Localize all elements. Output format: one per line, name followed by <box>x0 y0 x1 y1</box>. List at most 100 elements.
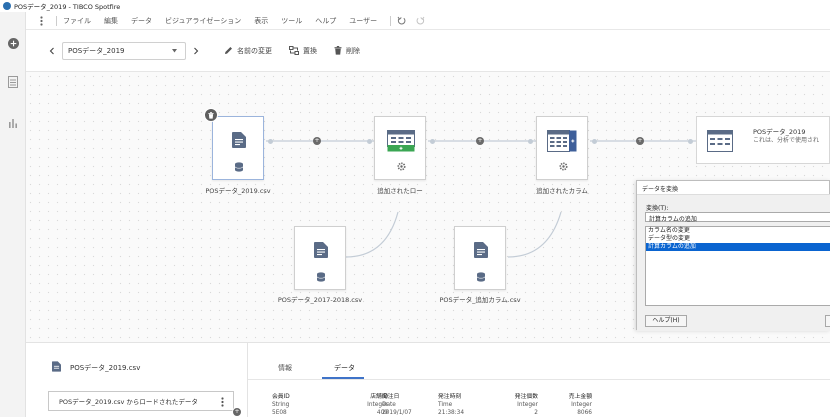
dataset-select[interactable]: POSデータ_2019 <box>62 41 186 60</box>
menu-divider <box>56 15 57 26</box>
source-node-2019[interactable] <box>212 116 264 180</box>
connector-dot <box>430 138 435 144</box>
window-titlebar: POSデータ_2019 - TIBCO Spotfire <box>0 0 830 12</box>
data-preview-panel: 情報 データ 会員ID String 5E08 店舗ID Integer 409… <box>248 342 830 417</box>
transform-option-change-type[interactable]: データ型の変更 <box>646 235 830 243</box>
document-icon <box>474 242 488 258</box>
column-name: 発注日 <box>382 394 400 400</box>
connector-dot <box>367 138 372 144</box>
column-type: Integer <box>571 402 592 408</box>
menu-file[interactable]: ファイル <box>63 16 91 26</box>
redo-icon[interactable] <box>416 16 425 25</box>
add-columns-icon <box>547 130 577 152</box>
replace-label: 置換 <box>303 46 317 55</box>
database-icon <box>476 272 486 282</box>
menu-help[interactable]: ヘルプ <box>315 16 336 26</box>
caret-down-icon <box>172 48 177 52</box>
column-type: Time <box>438 402 453 408</box>
add-source-icon[interactable]: + <box>232 407 242 417</box>
pencil-icon <box>225 47 232 54</box>
connector-dot <box>268 138 273 144</box>
column-member-id[interactable]: 会員ID String 5E08 <box>272 393 290 417</box>
chevron-left-icon[interactable] <box>46 47 58 55</box>
added-rows-node[interactable] <box>374 116 426 180</box>
database-icon <box>234 162 244 172</box>
dialog-button[interactable] <box>825 315 830 327</box>
source-node-additional-columns-label: POSデータ_追加カラム.csv <box>439 296 521 304</box>
column-order-quantity[interactable]: 発注個数 Integer 2 <box>494 393 538 417</box>
column-name: 売上金額 <box>568 394 592 400</box>
column-type: String <box>272 402 290 408</box>
column-first-value: 2019/1/07 <box>382 410 412 416</box>
trash-icon <box>208 111 214 119</box>
transform-option-rename-column[interactable]: カラム名の変更 <box>646 227 830 235</box>
rename-button[interactable]: 名前の変更 <box>224 46 272 56</box>
menu-view[interactable]: 表示 <box>254 16 268 26</box>
more-options-icon[interactable] <box>221 397 224 407</box>
table-icon <box>707 130 733 152</box>
source-node-2017-2018[interactable] <box>294 226 346 290</box>
add-transform-icon[interactable]: + <box>636 137 644 145</box>
column-first-value: 8066 <box>577 410 592 416</box>
menu-user[interactable]: ユーザー <box>349 16 377 26</box>
document-icon <box>232 132 246 148</box>
rename-label: 名前の変更 <box>237 46 272 55</box>
connector-dot <box>528 138 533 144</box>
add-rows-icon <box>387 130 415 152</box>
analytics-icon[interactable] <box>6 116 20 130</box>
transform-list[interactable]: カラム名の変更 データ型の変更 計算カラムの追加 <box>645 226 830 306</box>
source-node-additional-columns[interactable] <box>454 226 506 290</box>
tab-info[interactable]: 情報 <box>278 363 292 373</box>
result-table-description: これは、分析で使用され <box>753 137 820 144</box>
tab-data[interactable]: データ <box>334 363 355 373</box>
dataset-select-value: POSデータ_2019 <box>68 46 125 55</box>
menu-data[interactable]: データ <box>131 16 152 26</box>
menu-tools[interactable]: ツール <box>281 16 302 26</box>
replace-icon <box>289 46 299 55</box>
column-type: Integer <box>517 402 538 408</box>
document-icon <box>52 361 61 372</box>
spotfire-logo-icon <box>3 2 11 10</box>
column-order-date[interactable]: 発注日 Date 2019/1/07 <box>382 393 412 417</box>
connector-dot <box>688 138 693 144</box>
main-menu-icon[interactable] <box>34 15 48 26</box>
replace-button[interactable]: 置換 <box>289 46 317 56</box>
added-rows-label: 追加されたロー <box>377 187 423 195</box>
help-button[interactable]: ヘルプ(H) <box>645 315 687 327</box>
delete-label: 削除 <box>346 46 360 55</box>
left-rail <box>0 12 26 417</box>
add-transform-icon[interactable]: + <box>313 137 321 145</box>
add-icon[interactable] <box>6 36 20 50</box>
document-icon <box>314 242 328 258</box>
transform-option-add-calculated-column[interactable]: 計算カラムの追加 <box>646 243 830 251</box>
data-table-icon[interactable] <box>6 75 20 89</box>
menu-bar: ファイル 編集 データ ビジュアライゼーション 表示 ツール ヘルプ ユーザー <box>26 12 830 30</box>
settings-gear-icon[interactable] <box>397 162 406 171</box>
result-table-card[interactable]: POSデータ_2019 これは、分析で使用され <box>696 116 830 164</box>
database-icon <box>316 272 326 282</box>
remove-node-button[interactable] <box>204 108 218 122</box>
dialog-body: 変換(T): 計算カラムの追加 カラム名の変更 データ型の変更 計算カラムの追加… <box>637 194 830 331</box>
undo-icon[interactable] <box>397 16 406 25</box>
add-transform-icon[interactable]: + <box>476 137 484 145</box>
column-first-value: 21:38:34 <box>438 410 465 416</box>
settings-gear-icon[interactable] <box>559 162 568 171</box>
source-details-title: POSデータ_2019.csv <box>70 364 141 372</box>
column-first-value: 5E08 <box>272 410 287 416</box>
column-name: 発注時刻 <box>438 394 462 400</box>
chevron-right-icon[interactable] <box>190 47 202 55</box>
added-columns-label: 追加されたカラム <box>536 187 588 195</box>
column-order-time[interactable]: 発注時刻 Time 21:38:34 <box>438 393 464 417</box>
transform-label: 変換(T): <box>646 205 669 212</box>
loaded-source-item[interactable]: POSデータ_2019.csv からロードされたデータ <box>48 391 234 411</box>
menu-visualization[interactable]: ビジュアライゼーション <box>165 16 241 26</box>
transform-combo[interactable]: 計算カラムの追加 <box>645 212 830 223</box>
column-sales-amount[interactable]: 売上金額 Integer 8066 <box>548 393 592 417</box>
tab-divider <box>248 379 830 380</box>
added-columns-node[interactable] <box>536 116 588 180</box>
menu-edit[interactable]: 編集 <box>104 16 118 26</box>
column-type: Date <box>382 402 396 408</box>
delete-button[interactable]: 削除 <box>334 46 360 56</box>
loaded-source-text: POSデータ_2019.csv からロードされたデータ <box>59 398 198 406</box>
source-details-panel: POSデータ_2019.csv POSデータ_2019.csv からロードされた… <box>26 342 248 417</box>
